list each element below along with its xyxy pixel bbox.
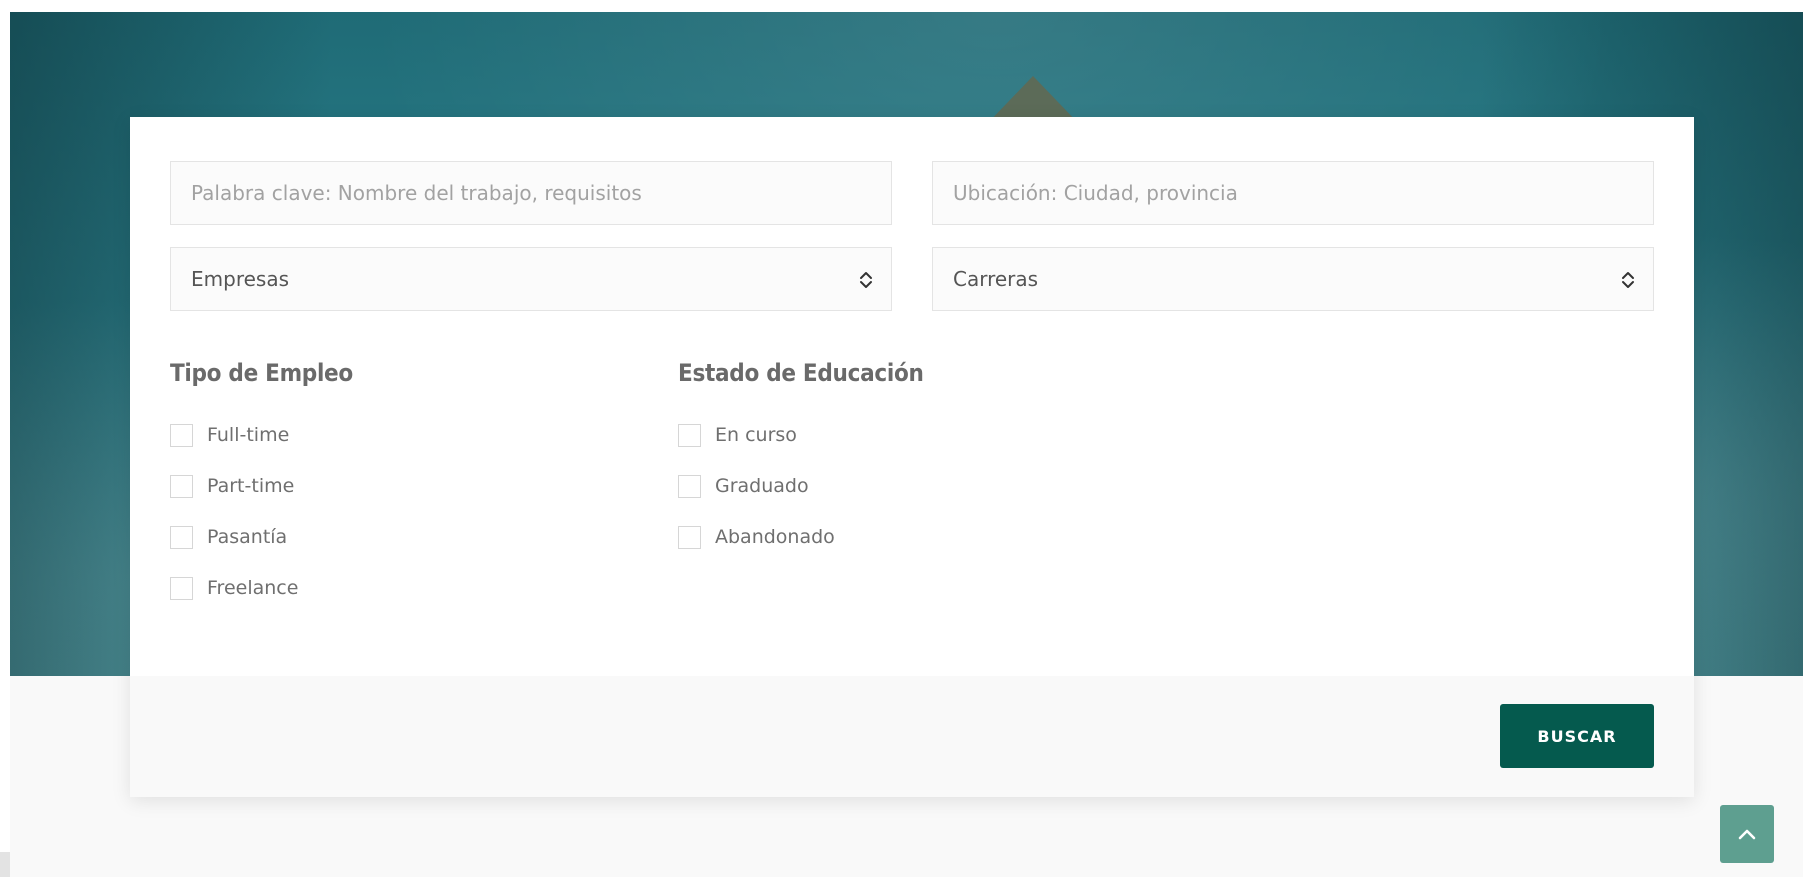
search-button[interactable]: BUSCAR [1500,704,1654,768]
chevron-up-down-icon [1622,272,1634,288]
location-input[interactable] [932,161,1654,225]
employment-option-pasantia[interactable]: Pasantía [170,525,287,549]
back-to-top-button[interactable] [1720,805,1774,863]
checkbox[interactable] [170,576,193,600]
scroll-indicator [0,852,10,877]
careers-select[interactable]: Carreras [932,247,1654,311]
checkbox-label: Freelance [207,577,299,599]
checkbox[interactable] [678,525,701,549]
checkbox[interactable] [678,423,701,447]
employment-type-title: Tipo de Empleo [170,359,353,387]
checkbox-label: Pasantía [207,526,288,548]
chevron-up-down-icon [860,272,872,288]
checkbox-label: Graduado [715,475,809,497]
education-option-graduado[interactable]: Graduado [678,474,809,498]
checkbox-label: Abandonado [715,526,835,548]
employment-option-freelance[interactable]: Freelance [170,576,298,600]
companies-select[interactable]: Empresas [170,247,892,311]
employment-option-part-time[interactable]: Part-time [170,474,294,498]
careers-select-value: Carreras [953,267,1039,291]
checkbox-label: Part-time [207,475,295,497]
page: Empresas Carreras Tipo de Empleo Full-ti… [0,0,1803,877]
checkbox[interactable] [170,474,193,498]
education-option-en-curso[interactable]: En curso [678,423,797,447]
checkbox[interactable] [170,525,193,549]
keyword-input[interactable] [170,161,892,225]
companies-select-value: Empresas [191,267,289,291]
checkbox-label: Full-time [207,424,290,446]
checkbox[interactable] [678,474,701,498]
job-search-form: Empresas Carreras Tipo de Empleo Full-ti… [130,117,1694,797]
form-footer [130,676,1694,797]
education-status-title: Estado de Educación [678,359,924,387]
employment-option-full-time[interactable]: Full-time [170,423,289,447]
chevron-up-icon [1738,829,1756,840]
checkbox-label: En curso [715,424,797,446]
education-option-abandonado[interactable]: Abandonado [678,525,835,549]
checkbox[interactable] [170,423,193,447]
